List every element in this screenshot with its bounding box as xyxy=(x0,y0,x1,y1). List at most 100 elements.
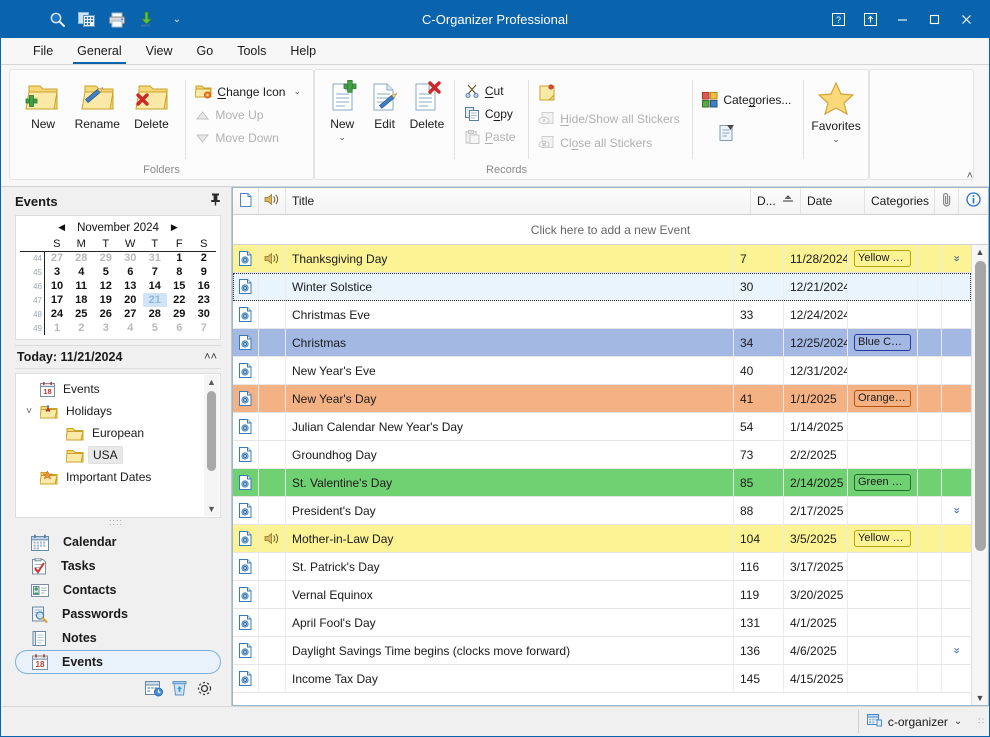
calendar-day[interactable]: 15 xyxy=(167,279,192,293)
copy-button[interactable]: Copy xyxy=(461,105,522,123)
expand-details-icon[interactable]: » xyxy=(951,255,963,261)
calendar-day[interactable]: 6 xyxy=(118,265,143,279)
column-header-days[interactable]: D... xyxy=(751,188,801,214)
row-expand-cell[interactable]: » xyxy=(942,637,971,664)
menu-file[interactable]: File xyxy=(21,40,65,64)
ribbon-display-options-button[interactable] xyxy=(855,6,885,34)
scroll-down-icon[interactable]: ▼ xyxy=(976,693,985,703)
menu-go[interactable]: Go xyxy=(185,40,226,64)
table-row[interactable]: New Year's Eve 40 12/31/2024 xyxy=(233,357,971,385)
calendar-day[interactable]: 2 xyxy=(69,321,94,335)
grid-scroll-thumb[interactable] xyxy=(975,261,986,551)
calendar-day[interactable]: 23 xyxy=(192,293,217,307)
paste-button[interactable]: Paste xyxy=(461,128,522,146)
calendar-day[interactable]: 14 xyxy=(143,279,168,293)
calendar-day[interactable]: 11 xyxy=(69,279,94,293)
calendar-day[interactable]: 20 xyxy=(118,293,143,307)
collapse-ribbon-button[interactable]: ˄ xyxy=(967,170,973,182)
table-row[interactable]: Daylight Savings Time begins (clocks mov… xyxy=(233,637,971,665)
maximize-button[interactable] xyxy=(919,6,949,34)
qat-dropdown-icon[interactable]: ⌄ xyxy=(163,7,191,33)
tree-node-holidays[interactable]: ˅ Holidays xyxy=(20,400,220,422)
calendar-prev-button[interactable]: ◀ xyxy=(52,222,71,233)
expand-details-icon[interactable]: » xyxy=(951,647,963,653)
calendar-day[interactable]: 28 xyxy=(143,307,168,321)
calendar-day[interactable]: 12 xyxy=(94,279,119,293)
calendar-day[interactable]: 1 xyxy=(167,250,192,265)
sidebar-item-events[interactable]: 18 Events xyxy=(15,650,221,674)
menu-view[interactable]: View xyxy=(134,40,185,64)
database-selector[interactable]: c-organizer ⌄ xyxy=(857,710,970,733)
tree-expander-icon[interactable]: ˅ xyxy=(22,406,36,417)
chevron-down-icon[interactable]: ⌄ xyxy=(954,716,962,727)
column-header-document[interactable] xyxy=(233,188,259,214)
table-row[interactable]: Julian Calendar New Year's Day 54 1/14/202… xyxy=(233,413,971,441)
categories-button[interactable]: Categories... xyxy=(698,90,797,110)
delete-folder-button[interactable]: Delete xyxy=(124,76,178,131)
table-row[interactable]: Income Tax Day 145 4/15/2025 xyxy=(233,665,971,693)
row-expand-cell[interactable]: » xyxy=(942,497,971,524)
column-header-sound[interactable] xyxy=(259,188,286,214)
table-row[interactable]: President's Day 88 2/17/2025 » xyxy=(233,497,971,525)
print-icon[interactable] xyxy=(103,7,131,33)
change-icon-button[interactable]: Change Icon ⌄ xyxy=(191,82,307,101)
column-header-categories[interactable]: Categories xyxy=(865,188,935,214)
navbar-options-icon[interactable] xyxy=(145,680,163,700)
delete-record-button[interactable]: Delete xyxy=(406,76,448,131)
calendar-day[interactable]: 27 xyxy=(44,250,69,265)
calendar-day[interactable]: 9 xyxy=(192,265,217,279)
tree-node-european[interactable]: European xyxy=(20,422,220,444)
table-row[interactable]: Vernal Equinox 119 3/20/2025 xyxy=(233,581,971,609)
row-expand-cell[interactable]: » xyxy=(942,245,971,272)
calendar-day[interactable]: 22 xyxy=(167,293,192,307)
table-row[interactable]: Christmas Eve 33 12/24/2024 xyxy=(233,301,971,329)
scroll-up-icon[interactable]: ▲ xyxy=(976,247,985,257)
calendar-day[interactable]: 4 xyxy=(69,265,94,279)
sidebar-item-notes[interactable]: Notes xyxy=(15,626,221,650)
fields-button[interactable] xyxy=(714,122,797,144)
table-row[interactable]: New Year's Day 41 1/1/2025 Orange C... xyxy=(233,385,971,413)
add-new-event-row[interactable]: Click here to add a new Event xyxy=(233,215,988,245)
calendar-day[interactable]: 5 xyxy=(94,265,119,279)
column-header-date[interactable]: Date xyxy=(801,188,865,214)
calendar-day[interactable]: 7 xyxy=(192,321,217,335)
column-header-attachment[interactable] xyxy=(935,188,959,214)
calendar-day[interactable]: 31 xyxy=(142,250,167,265)
splitter-grip[interactable]: :::: xyxy=(1,518,231,528)
calendar-month-label[interactable]: November 2024 xyxy=(77,222,159,234)
resize-grip-icon[interactable]: ∷ xyxy=(976,716,984,727)
collapse-calendar-button[interactable]: ˄˄ xyxy=(204,351,221,363)
tree-scrollbar[interactable]: ▲ ▼ xyxy=(204,375,219,516)
table-row[interactable]: Christmas 34 12/25/2024 Blue Cate... xyxy=(233,329,971,357)
calendar-next-button[interactable]: ▶ xyxy=(165,222,184,233)
rename-folder-button[interactable]: Rename xyxy=(70,76,124,131)
calendar-day[interactable]: 19 xyxy=(94,293,119,307)
grid-scrollbar[interactable]: ▲ ▼ xyxy=(971,245,988,705)
settings-gear-icon[interactable] xyxy=(196,680,213,700)
search-icon[interactable] xyxy=(43,7,71,33)
calendar-day[interactable]: 16 xyxy=(192,279,217,293)
calendar-day[interactable]: 24 xyxy=(44,307,69,321)
sidebar-item-contacts[interactable]: Contacts xyxy=(15,578,221,602)
close-stickers-button[interactable]: Close all Stickers xyxy=(534,133,685,152)
calendar-day[interactable]: 18 xyxy=(69,293,94,307)
minimize-button[interactable] xyxy=(887,6,917,34)
calendar-day[interactable]: 7 xyxy=(143,265,168,279)
cut-button[interactable]: Cut xyxy=(461,82,522,100)
column-header-info[interactable] xyxy=(959,188,988,214)
calendar-day[interactable]: 5 xyxy=(143,321,168,335)
recycle-bin-icon[interactable] xyxy=(171,680,188,700)
table-row[interactable]: April Fool's Day 131 4/1/2025 xyxy=(233,609,971,637)
close-button[interactable] xyxy=(951,6,981,34)
calendar-day[interactable]: 30 xyxy=(192,307,217,321)
calendar-day[interactable]: 29 xyxy=(93,250,118,265)
calendar-day[interactable]: 3 xyxy=(94,321,119,335)
new-record-button[interactable]: New ⌄ xyxy=(321,76,363,142)
calendar-day[interactable]: 4 xyxy=(118,321,143,335)
calendar-day[interactable]: 27 xyxy=(118,307,143,321)
tree-node-important-dates[interactable]: Important Dates xyxy=(20,466,220,488)
calendar-day[interactable]: 2 xyxy=(191,250,216,265)
new-sticker-button[interactable] xyxy=(534,82,685,104)
sidebar-item-tasks[interactable]: Tasks xyxy=(15,554,221,578)
calendar-day[interactable]: 17 xyxy=(44,293,69,307)
